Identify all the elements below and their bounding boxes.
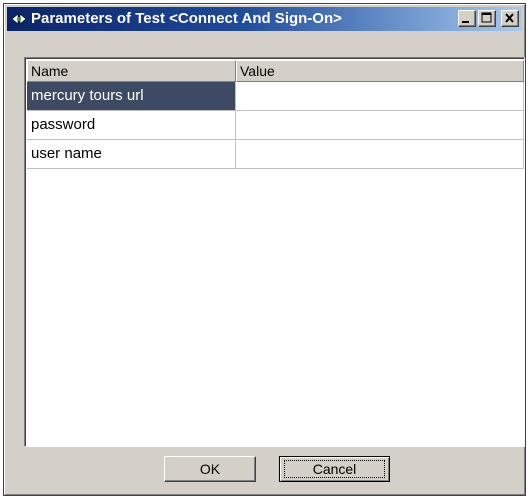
parameters-table[interactable]: Name Value mercury tours url password us…: [24, 57, 525, 447]
row-value-cell[interactable]: [236, 82, 524, 111]
row-value-cell[interactable]: [236, 140, 524, 169]
window-title: Parameters of Test <Connect And Sign-On>: [31, 10, 342, 27]
column-header-name[interactable]: Name: [27, 60, 236, 82]
table-row[interactable]: user name: [27, 140, 524, 169]
row-name-cell[interactable]: password: [27, 111, 236, 140]
ok-button-label: OK: [199, 461, 221, 477]
parameters-dialog: Parameters of Test <Connect And Sign-On>…: [3, 3, 526, 496]
column-header-value[interactable]: Value: [236, 60, 524, 82]
row-name-cell[interactable]: user name: [27, 140, 236, 169]
title-bar[interactable]: Parameters of Test <Connect And Sign-On>: [7, 7, 522, 31]
row-value-cell[interactable]: [236, 111, 524, 140]
maximize-button[interactable]: [478, 10, 496, 27]
cancel-button-label: Cancel: [312, 461, 357, 477]
ok-button[interactable]: OK: [164, 456, 256, 482]
cancel-button[interactable]: Cancel: [279, 456, 390, 482]
table-row[interactable]: mercury tours url: [27, 82, 524, 111]
table-header: Name Value: [27, 60, 524, 82]
table-row[interactable]: password: [27, 111, 524, 140]
minimize-button[interactable]: [458, 10, 476, 27]
close-button[interactable]: [501, 10, 519, 27]
maximize-icon: [481, 12, 492, 23]
parameters-icon: [11, 11, 27, 27]
row-name-cell[interactable]: mercury tours url: [27, 82, 236, 111]
minimize-icon: [462, 21, 469, 23]
close-icon: [505, 13, 514, 23]
